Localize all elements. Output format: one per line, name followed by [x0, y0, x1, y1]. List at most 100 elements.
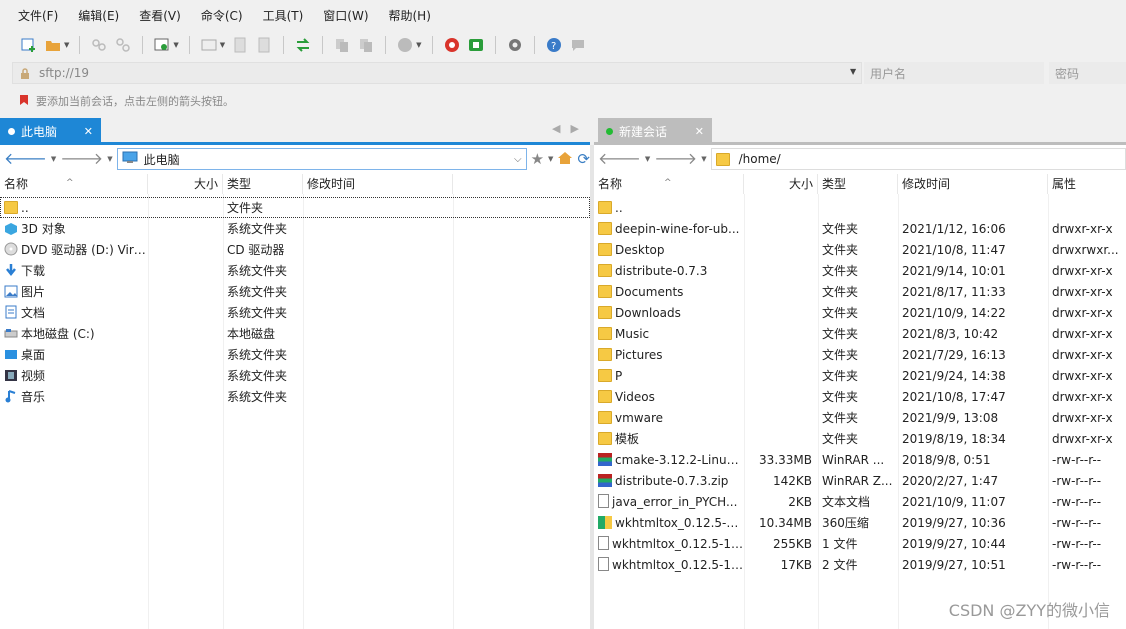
column-mtime[interactable]: 修改时间	[898, 174, 1048, 194]
menu-view[interactable]: 查看(V)	[129, 0, 191, 32]
back-arrow-icon[interactable]: 🡐	[4, 151, 47, 167]
chevron-down-icon[interactable]: ▼	[416, 41, 421, 49]
home-icon[interactable]	[557, 151, 573, 168]
file-row[interactable]: ..	[594, 197, 1126, 218]
file-row[interactable]: 视频 系统文件夹	[0, 365, 590, 386]
tab-scroll-arrows[interactable]: ◀▶	[552, 122, 589, 135]
connect-icon[interactable]	[90, 36, 108, 54]
file-row[interactable]: 下载 系统文件夹	[0, 260, 590, 281]
file-row[interactable]: 模板 文件夹 2019/8/19, 18:34 drwxr-xr-x	[594, 428, 1126, 449]
refresh-icon[interactable]: ⟳	[577, 150, 590, 168]
menu-tools[interactable]: 工具(T)	[253, 0, 314, 32]
file-row[interactable]: distribute-0.7.3 文件夹 2021/9/14, 10:01 drwxr…	[594, 260, 1126, 281]
file-row[interactable]: 音乐 系统文件夹	[0, 386, 590, 407]
menu-window[interactable]: 窗口(W)	[313, 0, 378, 32]
path-dropdown-icon[interactable]: ⌵	[514, 154, 522, 165]
new-session-icon[interactable]	[20, 36, 38, 54]
xftp-icon[interactable]	[467, 36, 485, 54]
file-row[interactable]: wkhtmltox_0.12.5-1.... 10.34MB 360压缩 2019/9…	[594, 512, 1126, 533]
file-row[interactable]: 桌面 系统文件夹	[0, 344, 590, 365]
file-name-cell: Pictures	[594, 347, 744, 362]
close-icon[interactable]: ✕	[84, 125, 93, 138]
column-attr[interactable]: 属性	[1048, 174, 1118, 194]
file-name-cell: 下载	[0, 262, 148, 279]
file-row[interactable]: Videos 文件夹 2021/10/8, 17:47 drwxr-xr-x	[594, 386, 1126, 407]
chevron-down-icon[interactable]: ▼	[645, 155, 650, 163]
file-row[interactable]: distribute-0.7.3.zip 142KB WinRAR Z... 2020…	[594, 470, 1126, 491]
menu-command[interactable]: 命令(C)	[191, 0, 253, 32]
copy-icon[interactable]	[333, 36, 351, 54]
paste-icon[interactable]	[357, 36, 375, 54]
bookmark-star-icon[interactable]: ★	[531, 150, 544, 168]
file-row[interactable]: Desktop 文件夹 2021/10/8, 11:47 drwxrwxr...	[594, 239, 1126, 260]
username-input[interactable]: 用户名	[864, 62, 1044, 84]
file-row[interactable]: P 文件夹 2021/9/24, 14:38 drwxr-xr-x	[594, 365, 1126, 386]
forward-arrow-icon[interactable]: 🡒	[654, 151, 697, 167]
folder-icon	[598, 326, 612, 340]
chevron-down-icon[interactable]: ▼	[107, 155, 112, 163]
transfer-icon[interactable]	[294, 36, 312, 54]
chevron-down-icon[interactable]: ▼	[220, 41, 225, 49]
session-manager-icon[interactable]	[153, 36, 171, 54]
chat-icon[interactable]	[569, 36, 587, 54]
menu-help[interactable]: 帮助(H)	[379, 0, 441, 32]
column-type[interactable]: 类型	[223, 174, 303, 194]
tab-new-session[interactable]: 新建会话 ✕	[598, 118, 712, 144]
file-row[interactable]: 文档 系统文件夹	[0, 302, 590, 323]
file-row[interactable]: .. 文件夹	[0, 197, 590, 218]
file-name-cell: 桌面	[0, 346, 148, 363]
sort-caret-icon: ^	[66, 178, 74, 188]
3d-objects-icon	[4, 222, 18, 235]
file-icon[interactable]	[231, 36, 249, 54]
remote-path-input[interactable]: /home/	[710, 148, 1126, 170]
file-row[interactable]: Music 文件夹 2021/8/3, 10:42 drwxr-xr-x	[594, 323, 1126, 344]
menu-edit[interactable]: 编辑(E)	[68, 0, 129, 32]
file-row[interactable]: 本地磁盘 (C:) 本地磁盘	[0, 323, 590, 344]
file-row[interactable]: deepin-wine-for-ub... 文件夹 2021/1/12, 16:06…	[594, 218, 1126, 239]
column-name[interactable]: 名称 ^	[594, 174, 744, 194]
column-name[interactable]: 名称 ^	[0, 174, 148, 194]
file-row[interactable]: 3D 对象 系统文件夹	[0, 218, 590, 239]
terminal-icon[interactable]	[200, 36, 218, 54]
gear-icon[interactable]	[506, 36, 524, 54]
file-row[interactable]: java_error_in_PYCH... 2KB 文本文档 2021/10/9, 1…	[594, 491, 1126, 512]
chevron-down-icon[interactable]: ▼	[64, 41, 69, 49]
file-attr-cell: drwxr-xr-x	[1052, 326, 1113, 341]
chevron-down-icon[interactable]: ▼	[173, 41, 178, 49]
bookmark-icon[interactable]	[18, 94, 30, 109]
chevron-down-icon[interactable]: ▼	[548, 155, 553, 163]
file-row[interactable]: vmware 文件夹 2021/9/9, 13:08 drwxr-xr-x	[594, 407, 1126, 428]
chevron-down-icon[interactable]: ▼	[51, 155, 56, 163]
record-icon[interactable]	[396, 36, 414, 54]
tab-local[interactable]: 此电脑 ✕	[0, 118, 101, 144]
back-arrow-icon[interactable]: 🡐	[598, 151, 641, 167]
file-row[interactable]: Downloads 文件夹 2021/10/9, 14:22 drwxr-xr-x	[594, 302, 1126, 323]
close-icon[interactable]: ✕	[695, 125, 704, 138]
file-row[interactable]: Documents 文件夹 2021/8/17, 11:33 drwxr-xr-x	[594, 281, 1126, 302]
file-row[interactable]: wkhtmltox_0.12.5-1.... 255KB 1 文件 2019/9/27…	[594, 533, 1126, 554]
help-icon[interactable]: ?	[545, 36, 563, 54]
disconnect-icon[interactable]	[114, 36, 132, 54]
host-dropdown-icon[interactable]: ▼	[850, 67, 856, 76]
file-attr-cell: -rw-r--r--	[1052, 494, 1102, 509]
file-row[interactable]: DVD 驱动器 (D:) Virt... CD 驱动器	[0, 239, 590, 260]
password-input[interactable]: 密码	[1049, 62, 1126, 84]
column-size[interactable]: 大小	[148, 174, 223, 194]
pictures-icon	[4, 285, 18, 298]
forward-arrow-icon[interactable]: 🡒	[60, 151, 103, 167]
chevron-down-icon[interactable]: ▼	[701, 155, 706, 163]
column-size[interactable]: 大小	[744, 174, 818, 194]
column-mtime[interactable]: 修改时间	[303, 174, 453, 194]
column-type[interactable]: 类型	[818, 174, 898, 194]
remote-file-list: .. deepin-wine-for-ub... 文件夹 2021/1/12, 16:…	[594, 197, 1126, 575]
file-row[interactable]: Pictures 文件夹 2021/7/29, 16:13 drwxr-xr-x	[594, 344, 1126, 365]
xshell-icon[interactable]	[443, 36, 461, 54]
file-row[interactable]: cmake-3.12.2-Linux... 33.33MB WinRAR ... 20…	[594, 449, 1126, 470]
menu-file[interactable]: 文件(F)	[8, 0, 68, 32]
file-copy-icon[interactable]	[255, 36, 273, 54]
local-path-input[interactable]: 此电脑 ⌵	[116, 148, 527, 170]
file-row[interactable]: wkhtmltox_0.12.5-1.... 17KB 2 文件 2019/9/27,…	[594, 554, 1126, 575]
host-input[interactable]: sftp://19	[12, 62, 862, 84]
open-folder-icon[interactable]	[44, 36, 62, 54]
file-row[interactable]: 图片 系统文件夹	[0, 281, 590, 302]
